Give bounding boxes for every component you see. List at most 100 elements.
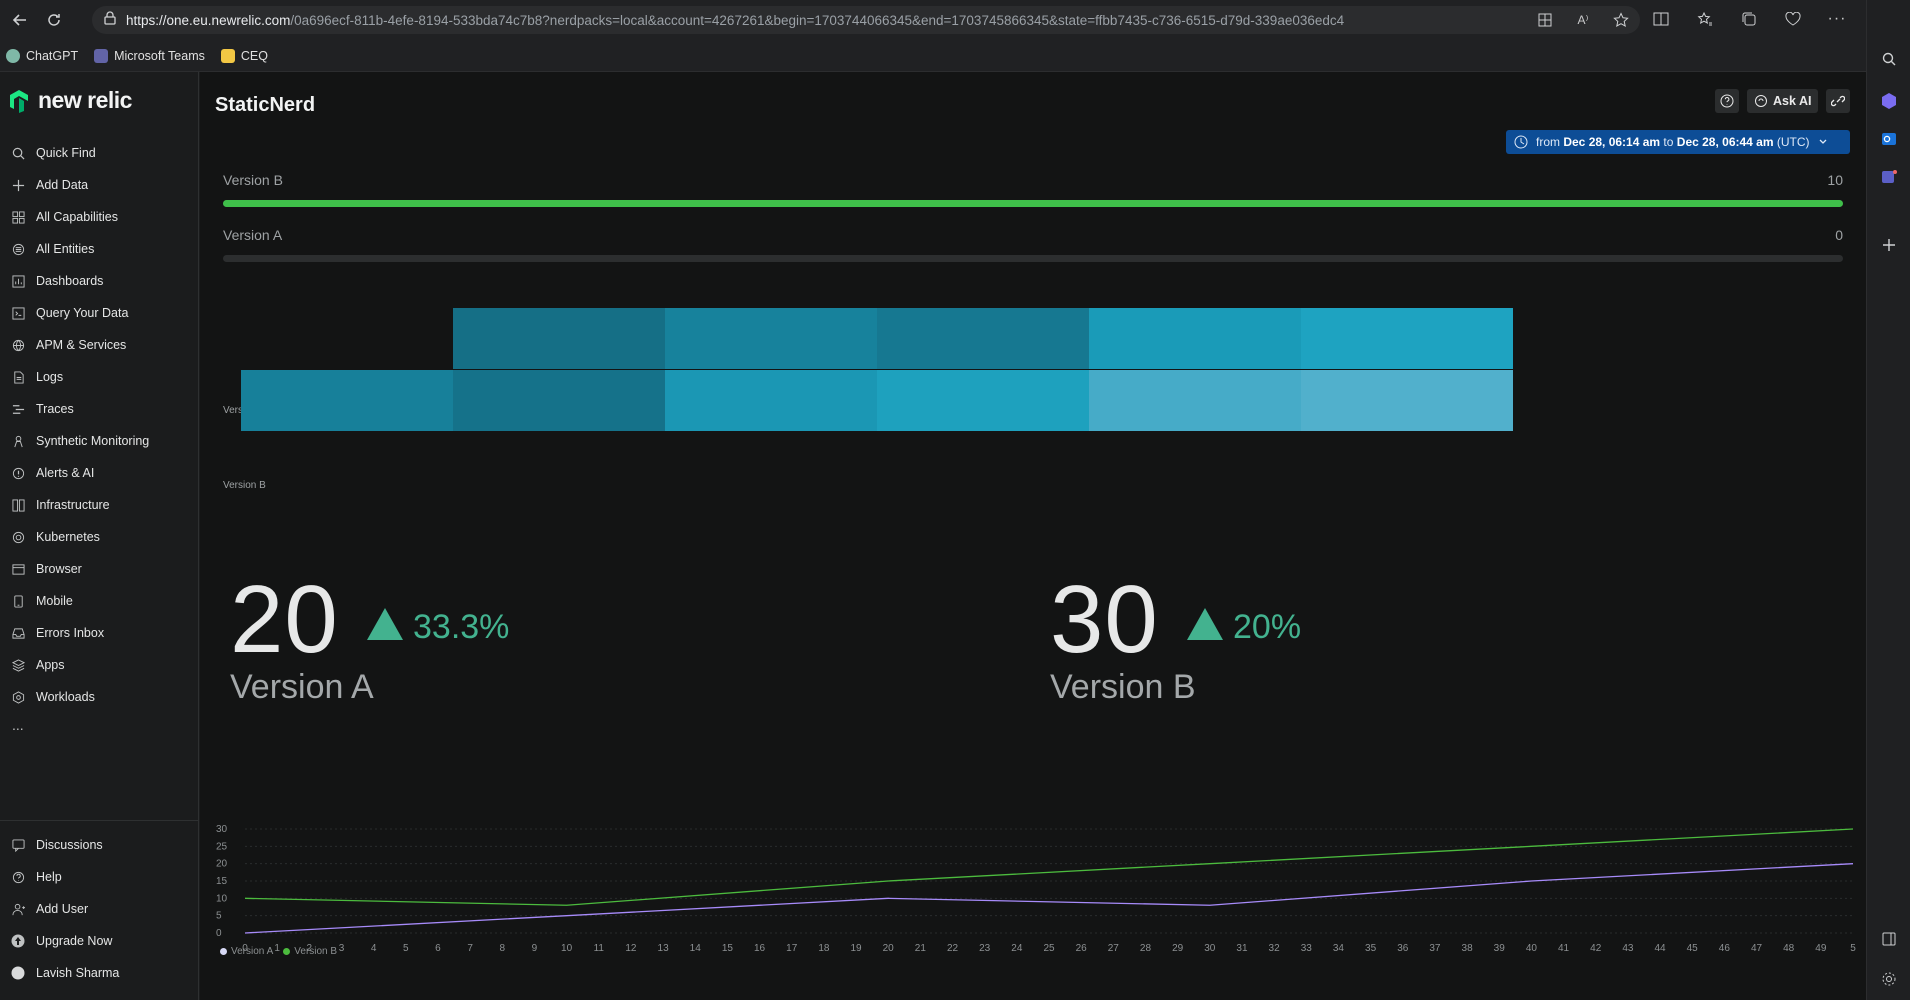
back-icon[interactable] [6,6,34,34]
nav-infrastructure[interactable]: Infrastructure [0,489,199,521]
nav-logs[interactable]: Logs [0,361,199,393]
heatmap-cell [665,308,877,369]
x-tick-label: 12 [625,943,637,954]
x-tick-label: 24 [1011,943,1023,954]
nav-add-user[interactable]: Add User [0,893,199,925]
x-tick-label: 37 [1429,943,1441,954]
x-tick-label: 7 [467,943,473,954]
nav-kubernetes[interactable]: Kubernetes [0,521,199,553]
heatmap-cell [241,370,453,431]
bookmark-microsoft-teams[interactable]: Microsoft Teams [94,48,205,63]
nav-browser[interactable]: Browser [0,553,199,585]
nav-apm-services[interactable]: APM & Services [0,329,199,361]
outlook-icon[interactable] [1878,128,1900,150]
more-options-icon[interactable]: ··· [1826,8,1848,30]
lock-icon [104,10,116,30]
bookmark-chatgpt[interactable]: ChatGPT [6,48,78,63]
y-tick-label: 10 [216,893,228,904]
time-to: Dec 28, 06:44 am [1676,135,1774,149]
robot-icon [10,433,26,449]
nav-label: Add User [36,902,89,916]
nav-label: Help [36,870,62,884]
nav-more-button[interactable]: ... [12,717,24,733]
billboard-change: 20% [1233,608,1302,646]
server-icon [10,497,26,513]
x-tick-label: 33 [1301,943,1313,954]
grid-icon [10,209,26,225]
x-tick-label: 11 [594,943,605,954]
app-available-icon[interactable] [1536,11,1554,29]
x-tick-label: 34 [1333,943,1345,954]
nav-label: Dashboards [36,274,104,288]
add-icon[interactable] [1878,234,1900,256]
time-range-picker[interactable]: from Dec 28, 06:14 am to Dec 28, 06:44 a… [1506,130,1850,154]
legend-label: Version A [231,946,274,957]
bookmark-ceq[interactable]: CEQ [220,48,268,63]
x-tick-label: 8 [499,943,505,954]
nav-add-data[interactable]: Add Data [0,169,199,201]
x-tick-label: 42 [1590,943,1602,954]
x-tick-label: 5 [1850,943,1856,954]
nav-upgrade-now[interactable]: Upgrade Now [0,925,199,957]
nav-label: Apps [36,658,65,672]
favorite-star-icon[interactable] [1612,11,1630,29]
nav-workloads[interactable]: Workloads [0,681,199,713]
nav-discussions[interactable]: Discussions [0,829,199,861]
bar-value: 10 [1827,172,1843,188]
copy-link-button[interactable] [1826,89,1851,113]
clock-icon [1514,135,1528,149]
heatmap-cell [877,308,1089,369]
settings-gear-icon[interactable] [1878,968,1900,990]
nav-label: Mobile [36,594,73,608]
collections-icon[interactable] [1738,8,1760,30]
url-path: /0a696ecf-811b-4efe-8194-533bda74c7b8?ne… [290,12,1345,28]
nav-apps[interactable]: Apps [0,649,199,681]
copilot-sidebar-icon[interactable] [1878,90,1900,112]
teams-sidebar-icon[interactable] [1878,166,1900,188]
split-screen-icon[interactable] [1650,8,1672,30]
nav-query-your-data[interactable]: Query Your Data [0,297,199,329]
newrelic-logo[interactable]: new relic [8,87,132,114]
ask-ai-button[interactable]: Ask AI [1747,89,1819,113]
nav-label: Quick Find [36,146,96,160]
series-line-version-b[interactable] [244,828,1854,906]
help-button[interactable] [1715,89,1739,113]
edge-sidebar [1866,0,1910,1000]
nav-help[interactable]: Help [0,861,199,893]
nav-alerts-ai[interactable]: Alerts & AI [0,457,199,489]
billboard-value: 30 [1050,566,1159,673]
favorites-icon[interactable] [1694,8,1716,30]
nav-mobile[interactable]: Mobile [0,585,199,617]
nav-traces[interactable]: Traces [0,393,199,425]
search-icon[interactable] [1878,48,1900,70]
nav-user-profile[interactable]: Lavish Sharma [0,957,199,989]
add-user-icon [10,901,26,917]
nav-all-entities[interactable]: All Entities [0,233,199,265]
legend-item-version-b[interactable]: Version B [283,946,337,957]
y-tick-label: 25 [216,841,228,852]
address-bar[interactable]: https://one.eu.newrelic.com/0a696ecf-811… [92,6,1640,34]
nav-label: Upgrade Now [36,934,113,948]
browser-essentials-icon[interactable] [1782,8,1804,30]
nav-synthetic-monitoring[interactable]: Synthetic Monitoring [0,425,199,457]
nav-label: Browser [36,562,82,576]
legend-label: Version B [294,946,338,957]
x-tick-label: 38 [1462,943,1474,954]
x-tick-label: 28 [1140,943,1152,954]
x-tick-label: 45 [1687,943,1699,954]
nav-quick-find[interactable]: Quick Find [0,137,199,169]
entities-icon [10,241,26,257]
refresh-icon[interactable] [40,6,68,34]
read-aloud-icon[interactable]: A⁾ [1574,11,1592,29]
x-tick-label: 49 [1815,943,1827,954]
nav-all-capabilities[interactable]: All Capabilities [0,201,199,233]
x-tick-label: 10 [561,943,573,954]
legend-item-version-a[interactable]: Version A [220,946,273,957]
x-tick-label: 32 [1269,943,1281,954]
nav-label: APM & Services [36,338,127,352]
nav-dashboards[interactable]: Dashboards [0,265,199,297]
time-from: Dec 28, 06:14 am [1563,135,1661,149]
heatmap-cell [241,308,453,369]
sidebar-toggle-icon[interactable] [1878,928,1900,950]
nav-errors-inbox[interactable]: Errors Inbox [0,617,199,649]
